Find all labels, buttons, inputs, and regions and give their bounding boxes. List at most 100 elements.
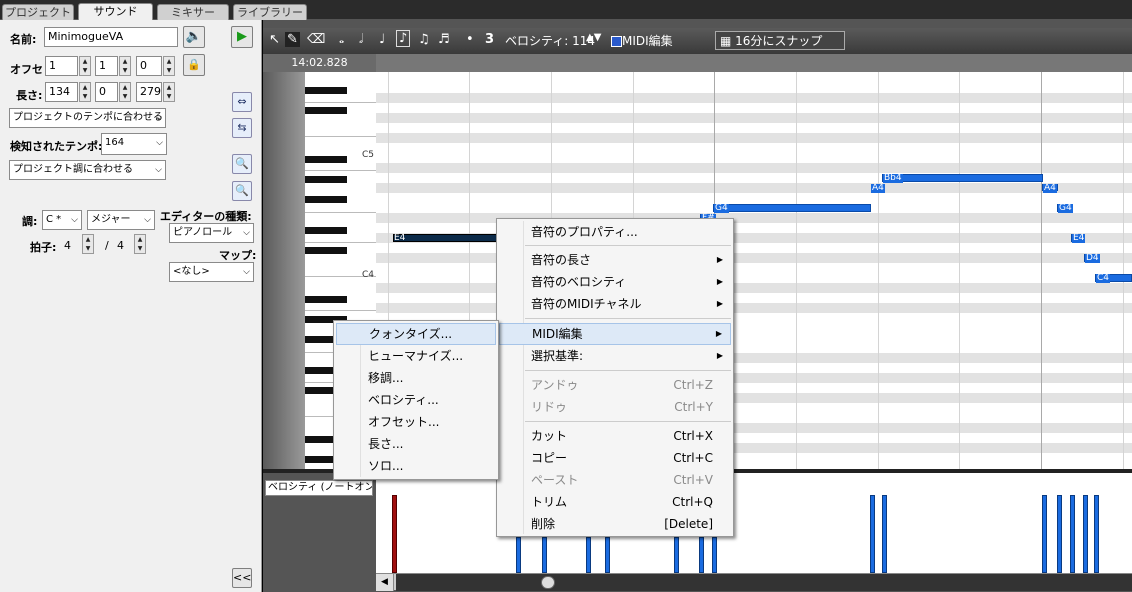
submenu-solo[interactable]: ソロ... [336, 455, 496, 477]
velocity-spinner[interactable]: ▲▼ [586, 32, 601, 43]
velocity-bar[interactable] [882, 495, 887, 573]
velocity-bar[interactable] [1070, 495, 1075, 573]
velocity-bar[interactable] [1042, 495, 1047, 573]
length-tick-field[interactable]: 279 [136, 82, 162, 102]
offset-measure-field[interactable]: 1 [45, 56, 78, 76]
beat-numerator-spinner[interactable]: ▲ ▼ [82, 234, 94, 254]
zoom-in-vertical-icon[interactable]: 🔍 [232, 154, 252, 174]
scroll-left-icon[interactable]: ◀ [376, 574, 394, 591]
menu-note-velocity[interactable]: 音符のベロシティ ▶ [499, 271, 731, 293]
menu-selection-criteria[interactable]: 選択基準: ▶ [499, 345, 731, 367]
timeline-ruler[interactable] [376, 54, 1132, 72]
zoom-out-vertical-icon[interactable]: 🔍 [232, 181, 252, 201]
submenu-humanize[interactable]: ヒューマナイズ... [336, 345, 496, 367]
submenu-transpose[interactable]: 移調... [336, 367, 496, 389]
length-beat-field[interactable]: 0 [95, 82, 118, 102]
velocity-bar[interactable] [1094, 495, 1099, 573]
play-icon[interactable]: ▶ [231, 26, 253, 48]
offset-tick-spinner[interactable]: ▲ ▼ [163, 56, 175, 76]
length-beat-spinner[interactable]: ▲ ▼ [119, 82, 131, 102]
snap-dropdown[interactable]: ▦ 16分にスナップ [715, 31, 846, 50]
submenu-quantize[interactable]: クォンタイズ... [336, 323, 496, 345]
detected-tempo-dropdown[interactable]: 164 ⌵ [101, 133, 167, 155]
scale-dropdown[interactable]: メジャー ⌵ [87, 210, 155, 230]
submenu-velocity[interactable]: ベロシティ... [336, 389, 496, 411]
menu-delete[interactable]: 削除 [Delete] [499, 513, 731, 535]
menu-note-length[interactable]: 音符の長さ ▶ [499, 249, 731, 271]
velocity-bar[interactable] [870, 495, 875, 573]
menu-redo[interactable]: リドゥ Ctrl+Y [499, 396, 731, 418]
velocity-bar[interactable] [605, 537, 610, 573]
menu-copy[interactable]: コピー Ctrl+C [499, 447, 731, 469]
black-key[interactable] [305, 156, 347, 163]
eraser-tool-icon[interactable]: ⌫ [307, 32, 325, 47]
black-key[interactable] [305, 196, 347, 203]
whole-note-icon[interactable]: 𝅝 [339, 32, 344, 47]
velocity-bar[interactable] [699, 537, 704, 573]
tuplet-button[interactable]: 3 [485, 32, 494, 47]
black-key[interactable] [305, 247, 347, 254]
menu-midi-edit[interactable]: MIDI編集 ▶ [499, 323, 731, 345]
velocity-bar[interactable] [1057, 495, 1062, 573]
submenu-length[interactable]: 長さ... [336, 433, 496, 455]
key-dropdown[interactable]: C * ⌵ [42, 210, 82, 230]
black-key[interactable] [305, 176, 347, 183]
velocity-bar[interactable] [586, 537, 591, 573]
velocity-bar[interactable] [542, 537, 547, 573]
midi-edit-button[interactable]: MIDI編集 [611, 32, 673, 49]
zoom-in-horizontal-icon[interactable]: ⇔ [232, 92, 252, 112]
tab-sound[interactable]: サウンド [78, 3, 153, 20]
map-dropdown[interactable]: <なし> ⌵ [169, 262, 254, 282]
menu-trim[interactable]: トリム Ctrl+Q [499, 491, 731, 513]
length-tick-spinner[interactable]: ▲ ▼ [163, 82, 175, 102]
length-measure-spinner[interactable]: ▲ ▼ [79, 82, 91, 102]
menu-cut[interactable]: カット Ctrl+X [499, 425, 731, 447]
half-note-icon[interactable]: 𝅗𝅥 [359, 32, 363, 47]
black-key[interactable] [305, 87, 347, 94]
offset-tick-field[interactable]: 0 [136, 56, 162, 76]
offset-measure-spinner[interactable]: ▲ ▼ [79, 56, 91, 76]
speaker-icon[interactable]: 🔈 [183, 26, 205, 48]
scroll-thumb[interactable] [541, 576, 555, 589]
select-tool-icon[interactable]: ↖ [269, 32, 280, 47]
velocity-bar[interactable] [712, 537, 717, 573]
velocity-lane[interactable] [376, 473, 1132, 573]
menu-paste[interactable]: ペースト Ctrl+V [499, 469, 731, 491]
note-bb4[interactable] [882, 174, 1043, 182]
eighth-note-icon[interactable]: ♪ [396, 30, 411, 47]
velocity-lane-dropdown[interactable]: ベロシティ (ノートオン) [265, 480, 373, 496]
velocity-bar[interactable] [516, 537, 521, 573]
offset-beat-field[interactable]: 1 [95, 56, 118, 76]
black-key[interactable] [305, 296, 347, 303]
menu-note-midi-channel[interactable]: 音符のMIDIチャネル ▶ [499, 293, 731, 315]
quarter-note-icon[interactable]: ♩ [379, 32, 385, 47]
note-g4[interactable] [713, 204, 871, 212]
velocity-bar-selected[interactable] [392, 495, 397, 573]
offset-beat-spinner[interactable]: ▲ ▼ [119, 56, 131, 76]
zoom-out-horizontal-icon[interactable]: ⇆ [232, 118, 252, 138]
length-measure-field[interactable]: 134 [45, 82, 78, 102]
sixteenth-note-icon[interactable]: ♫ [418, 32, 430, 47]
pencil-tool-icon[interactable]: ✎ [285, 32, 300, 47]
tab-library[interactable]: ライブラリー [233, 4, 307, 20]
menu-note-properties[interactable]: 音符のプロパティ... [499, 221, 731, 243]
submenu-offset[interactable]: オフセット... [336, 411, 496, 433]
dotted-note-icon[interactable]: • [466, 32, 474, 47]
name-field[interactable]: MinimogueVA [44, 27, 178, 47]
velocity-bar[interactable] [674, 537, 679, 573]
collapse-panel-button[interactable]: << [232, 568, 252, 588]
velocity-bar[interactable] [1083, 495, 1088, 573]
editor-type-dropdown[interactable]: ピアノロール ⌵ [169, 223, 254, 243]
tab-mixer[interactable]: ミキサー [157, 4, 229, 20]
beat-denominator-spinner[interactable]: ▲ ▼ [134, 234, 146, 254]
key-mode-dropdown[interactable]: プロジェクト調に合わせる ⌵ [9, 160, 166, 180]
lock-icon[interactable]: 🔒 [183, 54, 205, 76]
thirtysecond-note-icon[interactable]: ♬ [438, 32, 450, 47]
tab-project[interactable]: プロジェクト [2, 4, 74, 20]
black-key[interactable] [305, 227, 347, 234]
horizontal-scrollbar[interactable]: ◀ [376, 573, 1132, 591]
black-key[interactable] [305, 107, 347, 114]
piano-roll-toolbar: ↖ ✎ ⌫ 𝅝 𝅗𝅥 ♩ ♪ ♫ ♬ • 3 ベロシティ: 114 ▲▼ MID… [263, 28, 1132, 54]
tempo-mode-dropdown[interactable]: プロジェクトのテンポに合わせる ⌵ [9, 108, 166, 128]
menu-undo[interactable]: アンドゥ Ctrl+Z [499, 374, 731, 396]
